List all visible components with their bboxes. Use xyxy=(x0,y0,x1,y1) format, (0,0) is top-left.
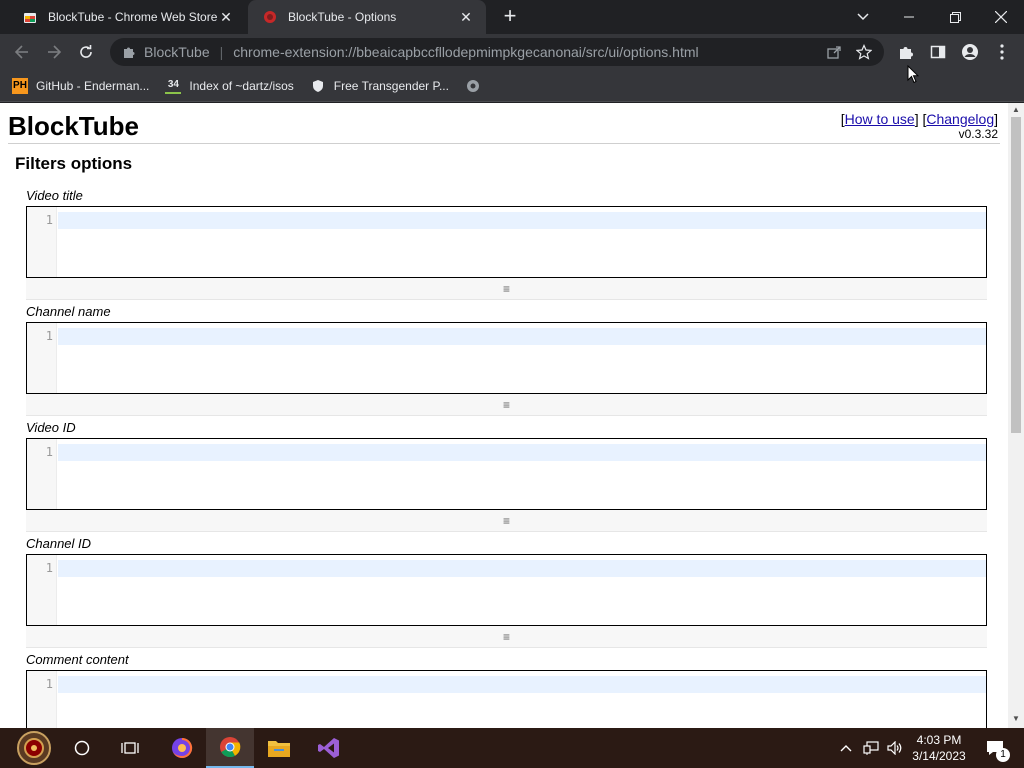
menu-kebab-icon[interactable] xyxy=(988,38,1016,66)
search-circle-icon[interactable] xyxy=(58,728,106,768)
filter-label: Video ID xyxy=(26,420,76,435)
bookmark-label: Index of ~dartz/isos xyxy=(189,78,294,93)
visual-studio-icon[interactable] xyxy=(305,728,353,768)
task-view-icon[interactable] xyxy=(106,728,154,768)
clock-date: 3/14/2023 xyxy=(912,749,966,763)
network-icon[interactable] xyxy=(860,728,882,768)
filter-channel-name: Channel name 1 ≡ xyxy=(26,304,987,416)
filter-label: Video title xyxy=(26,188,83,203)
bookmark-item[interactable]: 34 Index of ~dartz/isos xyxy=(165,78,294,94)
url-text: chrome-extension://bbeaicapbccfllodepmim… xyxy=(233,44,699,60)
browser-toolbar: BlockTube | chrome-extension://bbeaicapb… xyxy=(0,34,1024,70)
bookmark-item[interactable]: Free Transgender P... xyxy=(310,78,449,94)
new-tab-button[interactable]: + xyxy=(498,5,522,29)
comment-content-editor[interactable]: 1 xyxy=(26,670,987,728)
resize-grip[interactable]: ≡ xyxy=(26,510,987,532)
version-label: v0.3.32 xyxy=(958,127,998,141)
filter-video-title: Video title 1 ≡ xyxy=(26,188,987,300)
scrollbar-thumb[interactable] xyxy=(1011,117,1021,433)
file-explorer-icon[interactable] xyxy=(255,728,303,768)
line-number: 1 xyxy=(45,329,53,343)
close-tab-icon[interactable]: ✕ xyxy=(218,9,234,26)
active-line xyxy=(58,328,986,345)
tab-blocktube-options[interactable]: BlockTube - Options ✕ xyxy=(248,0,486,34)
extension-puzzle-icon xyxy=(122,45,136,59)
filter-channel-id: Channel ID 1 ≡ xyxy=(26,536,987,648)
firefox-icon[interactable] xyxy=(158,728,206,768)
close-window-button[interactable] xyxy=(978,0,1024,34)
scroll-up-arrow-icon[interactable]: ▲ xyxy=(1012,106,1020,114)
bookmark-item[interactable]: PH GitHub - Enderman... xyxy=(12,77,150,94)
start-button[interactable] xyxy=(10,728,58,768)
line-number: 1 xyxy=(45,445,53,459)
restore-button[interactable] xyxy=(932,0,978,34)
tab-chrome-web-store[interactable]: BlockTube - Chrome Web Store ✕ xyxy=(8,0,246,34)
page-title: BlockTube xyxy=(8,111,139,141)
tab-title: BlockTube - Options xyxy=(288,10,397,24)
tab-search-chevron-icon[interactable] xyxy=(840,0,886,34)
reload-button[interactable] xyxy=(72,38,100,66)
back-button[interactable] xyxy=(8,38,36,66)
line-number: 1 xyxy=(45,561,53,575)
shield-favicon-icon xyxy=(310,78,326,94)
globe-icon xyxy=(465,78,481,94)
chrome-icon[interactable] xyxy=(206,728,254,768)
filter-label: Channel ID xyxy=(26,536,92,551)
changelog-link[interactable]: Changelog xyxy=(926,111,994,127)
tab-strip: BlockTube - Chrome Web Store ✕ BlockTube… xyxy=(0,0,1024,34)
line-number: 1 xyxy=(45,213,53,227)
bookmark-label: Free Transgender P... xyxy=(333,78,449,93)
active-line xyxy=(58,560,986,577)
resize-grip[interactable]: ≡ xyxy=(26,278,987,300)
scroll-down-arrow-icon[interactable]: ▼ xyxy=(1012,715,1020,723)
filter-comment-content: Comment content 1 xyxy=(26,652,987,728)
resize-grip[interactable]: ≡ xyxy=(26,626,987,648)
channel-name-editor[interactable]: 1 xyxy=(26,322,987,394)
forward-button[interactable] xyxy=(40,38,68,66)
page-viewport: BlockTube [How to use] [Changelog] v0.3.… xyxy=(0,103,1008,728)
video-id-editor[interactable]: 1 xyxy=(26,438,987,510)
address-divider: | xyxy=(219,44,224,60)
video-title-editor[interactable]: 1 xyxy=(26,206,987,278)
windows-taskbar: 4:03 PM 3/14/2023 1 xyxy=(0,728,1024,768)
page-scrollbar[interactable]: ▲ ▼ xyxy=(1008,103,1024,728)
filter-label: Comment content xyxy=(26,652,129,667)
extensions-puzzle-icon[interactable] xyxy=(892,38,920,66)
header-links: [How to use] [Changelog] xyxy=(840,111,998,127)
channel-id-editor[interactable]: 1 xyxy=(26,554,987,626)
header-divider xyxy=(8,143,1000,144)
close-tab-icon[interactable]: ✕ xyxy=(458,9,474,26)
line-number: 1 xyxy=(45,677,53,691)
show-hidden-icons-chevron-icon[interactable] xyxy=(836,728,856,768)
bookmark-star-icon[interactable] xyxy=(856,44,872,60)
volume-icon[interactable] xyxy=(884,728,906,768)
clock-time: 4:03 PM xyxy=(916,733,962,747)
active-line xyxy=(58,212,986,229)
resize-grip[interactable]: ≡ xyxy=(26,394,987,416)
bookmark-label: GitHub - Enderman... xyxy=(36,78,150,93)
tab-title: BlockTube - Chrome Web Store xyxy=(48,10,218,24)
active-line xyxy=(58,444,986,461)
notification-count-badge: 1 xyxy=(996,748,1010,762)
blocktube-icon xyxy=(262,9,278,25)
bookmarks-bar: PH GitHub - Enderman... 34 Index of ~dar… xyxy=(0,70,1024,102)
chrome-web-store-icon xyxy=(22,9,38,25)
section-title: Filters options xyxy=(15,154,133,173)
origin-label: BlockTube xyxy=(144,44,210,60)
share-icon[interactable] xyxy=(826,44,842,60)
profile-avatar-icon[interactable] xyxy=(956,38,984,66)
rule34-favicon-icon: 34 xyxy=(165,78,182,94)
taskbar-clock[interactable]: 4:03 PM 3/14/2023 xyxy=(906,732,972,764)
side-panel-icon[interactable] xyxy=(924,38,952,66)
notification-center-icon[interactable]: 1 xyxy=(980,728,1010,768)
filter-video-id: Video ID 1 ≡ xyxy=(26,420,987,532)
how-to-use-link[interactable]: How to use xyxy=(845,111,915,127)
active-line xyxy=(58,676,986,693)
minimize-button[interactable] xyxy=(886,0,932,34)
filter-label: Channel name xyxy=(26,304,111,319)
bookmark-item[interactable] xyxy=(465,78,489,94)
mouse-cursor-icon xyxy=(907,64,920,89)
ph-favicon-icon: PH xyxy=(12,77,28,94)
address-bar[interactable]: BlockTube | chrome-extension://bbeaicapb… xyxy=(110,38,884,66)
